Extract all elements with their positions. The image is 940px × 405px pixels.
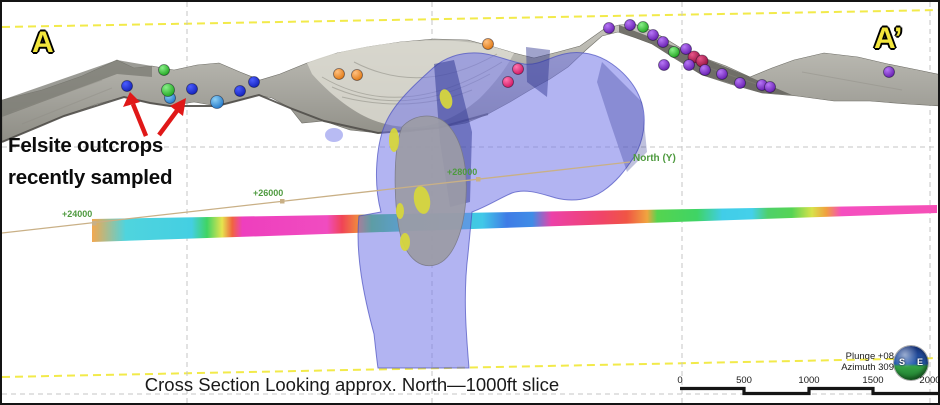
scale-label-0: 0 [677, 375, 682, 386]
sample-point-lightblue[interactable] [211, 96, 224, 109]
sample-point-blue[interactable] [249, 77, 260, 88]
sample-point-purple[interactable] [659, 60, 670, 71]
plunge-readout: Plunge +08 [841, 351, 894, 362]
scale-bar [680, 389, 938, 394]
box-edge-top [2, 10, 940, 27]
sample-point-green[interactable] [638, 22, 649, 33]
sample-point-purple[interactable] [700, 65, 711, 76]
view-orientation-readout: Plunge +08 Azimuth 309 [841, 351, 894, 373]
axis-tick-26000: +26000 [253, 188, 283, 198]
axis-tick-24000: +24000 [62, 209, 92, 219]
section-label-a-prime: A’ [874, 22, 902, 56]
felsite-annotation: Felsite outcrops recently sampled [8, 130, 172, 194]
scale-label-2000: 2000 [919, 375, 940, 386]
sample-point-blue[interactable] [235, 86, 246, 97]
azimuth-readout: Azimuth 309 [841, 362, 894, 373]
felsite-annotation-line2: recently sampled [8, 162, 172, 194]
scale-label-500: 500 [736, 375, 752, 386]
sample-point-purple[interactable] [765, 82, 776, 93]
sample-point-pink[interactable] [513, 64, 524, 75]
globe-letter-south: S [899, 357, 905, 367]
sample-point-orange[interactable] [483, 39, 494, 50]
sample-point-purple[interactable] [717, 69, 728, 80]
sample-point-purple[interactable] [658, 37, 669, 48]
sample-point-purple[interactable] [884, 67, 895, 78]
orientation-globe-icon[interactable]: S E [894, 346, 928, 380]
sample-point-purple[interactable] [625, 20, 636, 31]
sample-point-green[interactable] [669, 47, 680, 58]
sample-point-green[interactable] [162, 84, 175, 97]
cross-section-viewport: A A’ Felsite outcrops recently sampled +… [0, 0, 940, 405]
scale-label-1500: 1500 [862, 375, 883, 386]
sample-point-orange[interactable] [352, 70, 363, 81]
intrusion-fragment [325, 128, 343, 142]
figure-caption: Cross Section Looking approx. North—1000… [112, 374, 592, 396]
scale-label-1000: 1000 [798, 375, 819, 386]
sample-point-purple[interactable] [735, 78, 746, 89]
sample-point-blue[interactable] [122, 81, 133, 92]
scene-canvas [2, 2, 940, 405]
sample-point-orange[interactable] [334, 69, 345, 80]
axis-tick-28000: +28000 [447, 167, 477, 177]
sample-point-blue[interactable] [187, 84, 198, 95]
sample-point-purple[interactable] [604, 23, 615, 34]
heatmap-slice[interactable] [92, 205, 937, 242]
sample-point-purple[interactable] [648, 30, 659, 41]
felsite-annotation-line1: Felsite outcrops [8, 130, 172, 162]
north-axis-label: North (Y) [633, 153, 676, 164]
globe-letter-east: E [917, 357, 923, 367]
sample-point-purple[interactable] [681, 44, 692, 55]
sample-point-green[interactable] [159, 65, 170, 76]
section-label-a: A [32, 26, 54, 60]
sample-point-purple[interactable] [684, 60, 695, 71]
sample-point-pink[interactable] [503, 77, 514, 88]
